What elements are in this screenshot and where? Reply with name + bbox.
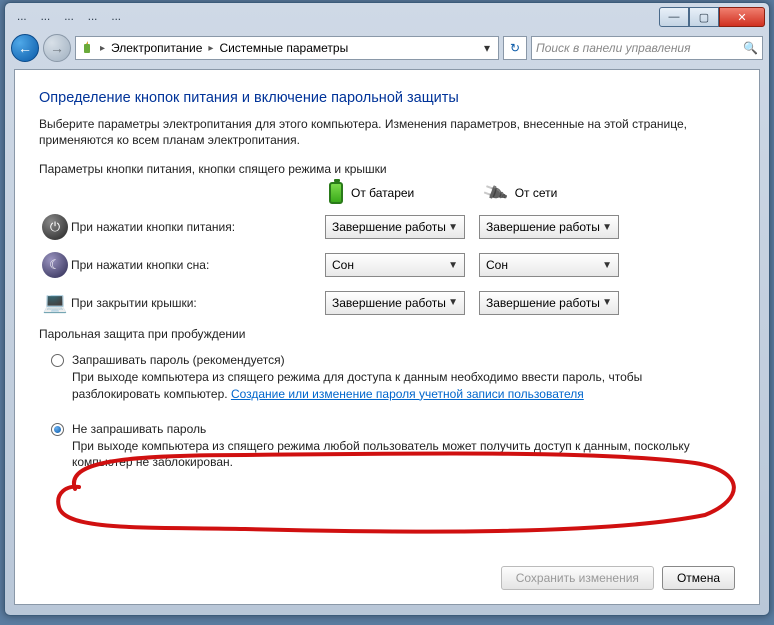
combo-sleep-battery[interactable]: Сон▼	[325, 253, 465, 277]
lid-icon: 💻	[43, 290, 68, 315]
combo-power-battery[interactable]: Завершение работы▼	[325, 215, 465, 239]
battery-icon	[329, 182, 343, 204]
combo-sleep-ac[interactable]: Сон▼	[479, 253, 619, 277]
radio-title: Не запрашивать пароль	[72, 422, 735, 436]
window-controls: — ▢ ✕	[659, 7, 765, 27]
radio-group-password: Запрашивать пароль (рекомендуется) При в…	[39, 349, 735, 472]
create-password-link[interactable]: Создание или изменение пароля учетной за…	[231, 387, 584, 401]
search-icon[interactable]: 🔍	[743, 41, 758, 55]
radio-no-password[interactable]: Не запрашивать пароль При выходе компьют…	[39, 418, 735, 472]
sleep-button-icon: ☾	[42, 252, 68, 278]
breadcrumb-seg[interactable]: Электропитание	[109, 41, 204, 55]
chevron-down-icon: ▼	[448, 297, 458, 308]
search-placeholder: Поиск в панели управления	[536, 41, 691, 55]
breadcrumb-seg[interactable]: Системные параметры	[217, 41, 350, 55]
row-sleep-button: ☾ При нажатии кнопки сна: Сон▼ Сон▼	[39, 252, 735, 278]
titlebar: ... ... ... ... ... — ▢ ✕	[5, 3, 769, 31]
refresh-button[interactable]: ↻	[503, 36, 527, 60]
row-label: При закрытии крышки:	[71, 296, 325, 310]
col-battery-label: От батареи	[351, 186, 414, 200]
combo-lid-battery[interactable]: Завершение работы▼	[325, 291, 465, 315]
nav-row: ← → ▸ Электропитание ▸ Системные парамет…	[5, 31, 769, 65]
page-intro: Выберите параметры электропитания для эт…	[39, 116, 735, 148]
radio-desc: При выходе компьютера из спящего режима …	[72, 438, 735, 470]
radio-require-password[interactable]: Запрашивать пароль (рекомендуется) При в…	[39, 349, 735, 403]
col-ac: 🔌 От сети	[484, 183, 557, 204]
window-frame: ... ... ... ... ... — ▢ ✕ ← → ▸ Электроп…	[4, 2, 770, 616]
cancel-button[interactable]: Отмена	[662, 566, 735, 590]
power-icon	[78, 39, 96, 57]
power-button-icon: ⏻	[42, 214, 68, 240]
section-label-buttons: Параметры кнопки питания, кнопки спящего…	[39, 162, 735, 176]
radio-title: Запрашивать пароль (рекомендуется)	[72, 353, 735, 367]
combo-lid-ac[interactable]: Завершение работы▼	[479, 291, 619, 315]
page-title: Определение кнопок питания и включение п…	[39, 90, 735, 106]
radio-icon	[51, 423, 64, 436]
col-battery: От батареи	[329, 182, 414, 204]
menu-item[interactable]: ...	[111, 11, 121, 23]
section-label-password: Парольная защита при пробуждении	[39, 327, 735, 341]
row-lid: 💻 При закрытии крышки: Завершение работы…	[39, 290, 735, 315]
row-label: При нажатии кнопки сна:	[71, 258, 325, 272]
chevron-right-icon: ▸	[206, 43, 215, 54]
maximize-button[interactable]: ▢	[689, 7, 719, 27]
radio-desc: При выходе компьютера из спящего режима …	[72, 369, 735, 401]
radio-icon	[51, 354, 64, 367]
chevron-down-icon: ▼	[602, 222, 612, 233]
back-button[interactable]: ←	[11, 34, 39, 62]
content-pane: Определение кнопок питания и включение п…	[14, 69, 760, 605]
chevron-down-icon: ▼	[602, 297, 612, 308]
menu-item[interactable]: ...	[17, 11, 27, 23]
column-headers: От батареи 🔌 От сети	[329, 182, 735, 204]
close-button[interactable]: ✕	[719, 7, 765, 27]
menu-item[interactable]: ...	[41, 11, 51, 23]
search-input[interactable]: Поиск в панели управления 🔍	[531, 36, 763, 60]
row-label: При нажатии кнопки питания:	[71, 220, 325, 234]
plug-icon: 🔌	[481, 179, 510, 208]
menu-strip: ... ... ... ... ...	[13, 11, 121, 23]
chevron-down-icon: ▼	[602, 260, 612, 271]
button-row: Сохранить изменения Отмена	[501, 566, 735, 590]
menu-item[interactable]: ...	[64, 11, 74, 23]
chevron-right-icon: ▸	[98, 43, 107, 54]
menu-item[interactable]: ...	[88, 11, 98, 23]
forward-button[interactable]: →	[43, 34, 71, 62]
combo-power-ac[interactable]: Завершение работы▼	[479, 215, 619, 239]
save-button[interactable]: Сохранить изменения	[501, 566, 654, 590]
col-ac-label: От сети	[515, 186, 558, 200]
chevron-down-icon[interactable]: ▾	[478, 41, 496, 55]
chevron-down-icon: ▼	[448, 222, 458, 233]
address-bar[interactable]: ▸ Электропитание ▸ Системные параметры ▾	[75, 36, 499, 60]
row-power-button: ⏻ При нажатии кнопки питания: Завершение…	[39, 214, 735, 240]
minimize-button[interactable]: —	[659, 7, 689, 27]
chevron-down-icon: ▼	[448, 260, 458, 271]
